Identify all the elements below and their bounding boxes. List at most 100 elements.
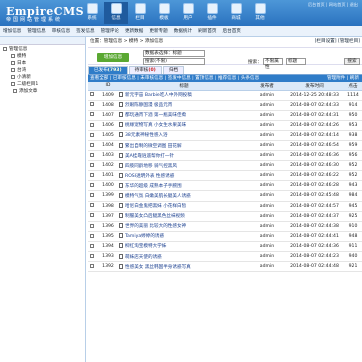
header-id[interactable]: ID: [97, 82, 119, 91]
search-button[interactable]: 搜索: [344, 58, 360, 65]
row-title-text[interactable]: Tamiya婷婷的诱惑: [125, 234, 164, 239]
row-title-text[interactable]: 美A挂靠逍遥帮你打一针: [125, 154, 174, 159]
row-clicks: 953: [344, 120, 362, 131]
row-title[interactable]: 制服美女凸后腿黑色丝袜视频: [119, 211, 249, 222]
row-title-text[interactable]: 繁出自制的微空调图 田花解: [125, 144, 182, 149]
row-title-text[interactable]: 东华的超级 成熟本子手腕围: [125, 184, 182, 189]
row-title[interactable]: 新元宇宙 Barbie吃人中外网投稿: [119, 90, 249, 101]
sub-nav-item-3[interactable]: 签发信息: [73, 28, 97, 34]
top-nav-item-3[interactable]: 模板: [152, 2, 176, 24]
search-range-select[interactable]: 搜索(不限): [143, 58, 205, 65]
row-title[interactable]: ROSI透明外表 性感诱惑: [119, 170, 249, 182]
field-select[interactable]: 标题: [286, 58, 306, 65]
row-title-text[interactable]: 四肢同龄地移 骑气控黑风: [125, 164, 177, 169]
filter-right-links[interactable]: 管理附件 | 刷新: [326, 75, 359, 82]
tree-item-1[interactable]: 模特: [3, 53, 82, 60]
row-title[interactable]: 繁出自制的微空调图 田花解: [119, 140, 249, 152]
row-title[interactable]: 四肢同龄地移 骑气控黑风: [119, 160, 249, 172]
sub-nav-item-2[interactable]: 审核信息: [49, 28, 73, 34]
row-title-text[interactable]: 桃缘宠物写真 小女生水果美味: [125, 123, 186, 128]
top-nav-item-2[interactable]: 栏目: [128, 2, 152, 24]
tab-2[interactable]: 归档: [162, 66, 184, 74]
top-nav-item-0[interactable]: 系统: [80, 2, 104, 24]
row-author: admin: [249, 211, 285, 222]
sub-nav-item-0[interactable]: 增加信息: [0, 28, 24, 34]
row-title-text[interactable]: 烈眼陈静国漫 极品元宵: [125, 103, 172, 108]
row-checkbox[interactable]: [89, 183, 94, 188]
top-nav-item-6[interactable]: 商城: [224, 2, 248, 24]
row-title[interactable]: 美A挂靠逍遥帮你打一针: [119, 150, 249, 162]
row-title[interactable]: 哈尼白金鬼把黑妹 小花样白皙: [119, 201, 249, 212]
header-time[interactable]: 发布时间: [285, 82, 344, 91]
row-checkbox[interactable]: [89, 132, 94, 137]
row-title[interactable]: 38元素神秘性感入浴: [119, 130, 249, 141]
sub-nav-item-1[interactable]: 管理信息: [24, 28, 48, 34]
row-checkbox[interactable]: [89, 142, 94, 147]
row-title-text[interactable]: 性感美女 黑丝韩国半身诱惑写真: [125, 265, 191, 270]
tree-item-3[interactable]: 台湾: [3, 67, 82, 74]
row-checkbox[interactable]: [89, 243, 94, 248]
row-title[interactable]: 柳红淘宝模特大学妹: [119, 241, 249, 253]
tab-label: 待审核: [134, 68, 149, 73]
header-clicks[interactable]: 点击: [344, 82, 362, 91]
row-checkbox[interactable]: [89, 223, 94, 228]
row-checkbox[interactable]: [89, 102, 94, 107]
row-title[interactable]: Tamiya婷婷的诱惑: [119, 231, 249, 242]
row-checkbox[interactable]: [89, 253, 94, 258]
row-checkbox[interactable]: [89, 203, 94, 208]
tab-1[interactable]: 待审核(0): [128, 66, 162, 74]
row-checkbox[interactable]: [89, 152, 94, 157]
row-title[interactable]: 都玩通宵下酒 第一瓶美味佳肴: [119, 110, 249, 121]
top-nav-item-1[interactable]: 信息: [104, 2, 128, 24]
row-title[interactable]: 性感美女 黑丝韩国半身诱惑写真: [119, 261, 249, 273]
row-title-text[interactable]: ROSI透明外表 性感诱惑: [125, 174, 174, 179]
row-title-text[interactable]: 柳红淘宝模特大学妹: [125, 244, 166, 249]
row-title-text[interactable]: 制服美女凸后腿黑色丝袜视频: [125, 214, 185, 219]
row-title-text[interactable]: 世界的美丽 比较大的性感女神: [125, 224, 186, 229]
row-title[interactable]: 烈眼陈静国漫 极品元宵: [119, 100, 249, 111]
row-title[interactable]: 世界的美丽 比较大的性感女神: [119, 221, 249, 232]
row-title-text[interactable]: 新元宇宙 Barbie吃人中外网投稿: [125, 93, 192, 98]
top-links[interactable]: 后台首页 | 网站首页 | 退出: [308, 2, 358, 8]
sub-nav-item-6[interactable]: 更新专题: [146, 28, 170, 34]
row-time: 2014-08-07 02:44:14: [285, 130, 344, 141]
row-checkbox[interactable]: [89, 92, 94, 97]
tree-leaf[interactable]: 添加文章: [3, 88, 82, 95]
filter-links[interactable]: 查看全部 | 已审核信息 | 未审核信息 | 签发中信息 | 置顶信息 | 推荐…: [90, 76, 259, 81]
tree-root[interactable]: 管理信息: [3, 46, 82, 53]
row-checkbox[interactable]: [89, 162, 94, 167]
row-title-text[interactable]: 都玩通宵下酒 第一瓶美味佳肴: [125, 113, 186, 118]
row-checkbox[interactable]: [89, 233, 94, 238]
attr-select[interactable]: 不限属性: [263, 58, 283, 70]
row-title-text[interactable]: 38元素神秘性感入浴: [125, 133, 168, 138]
row-checkbox[interactable]: [89, 213, 94, 218]
tree-item-4[interactable]: 小清新: [3, 74, 82, 81]
row-checkbox[interactable]: [89, 263, 94, 268]
sub-nav-item-5[interactable]: 更新数据: [122, 28, 146, 34]
tree-item-2[interactable]: 日本: [3, 60, 82, 67]
tree-group[interactable]: 二级栏目1: [3, 81, 82, 88]
sub-nav-item-9[interactable]: 后台首页: [220, 28, 244, 34]
row-title[interactable]: 桃缘宠物写真 小女生水果美味: [119, 120, 249, 131]
add-info-button[interactable]: 增加信息: [97, 53, 129, 62]
column-settings-links[interactable]: [栏目设置] [管理栏目]: [315, 37, 360, 47]
sub-nav-item-4[interactable]: 管理评论: [98, 28, 122, 34]
row-title[interactable]: 东华的超级 成熟本子手腕围: [119, 180, 249, 192]
tab-count: (0): [148, 68, 156, 73]
row-checkbox[interactable]: [89, 112, 94, 117]
row-checkbox[interactable]: [89, 173, 94, 178]
sub-nav-item-7[interactable]: 数据统计: [171, 28, 195, 34]
top-nav-item-4[interactable]: 用户: [176, 2, 200, 24]
row-title[interactable]: 萌妹店天使的诱惑: [119, 251, 249, 263]
row-title-text[interactable]: 萌妹店天使的诱惑: [125, 255, 162, 260]
top-nav-item-5[interactable]: 插件: [200, 2, 224, 24]
row-title[interactable]: 模特气氛 白嫩美肌长腿美人诱惑: [119, 190, 249, 202]
row-title-text[interactable]: 模特气氛 白嫩美肌长腿美人诱惑: [125, 194, 191, 199]
row-checkbox[interactable]: [89, 122, 94, 127]
top-nav-item-7[interactable]: 其他: [248, 2, 272, 24]
sub-nav-item-8[interactable]: 刷新首页: [195, 28, 219, 34]
tab-0[interactable]: 已发布(793): [88, 66, 128, 74]
row-checkbox[interactable]: [89, 193, 94, 198]
row-title-text[interactable]: 哈尼白金鬼把黑妹 小花样白皙: [125, 204, 186, 209]
table-select[interactable]: 数据表选择：标题: [143, 50, 205, 57]
